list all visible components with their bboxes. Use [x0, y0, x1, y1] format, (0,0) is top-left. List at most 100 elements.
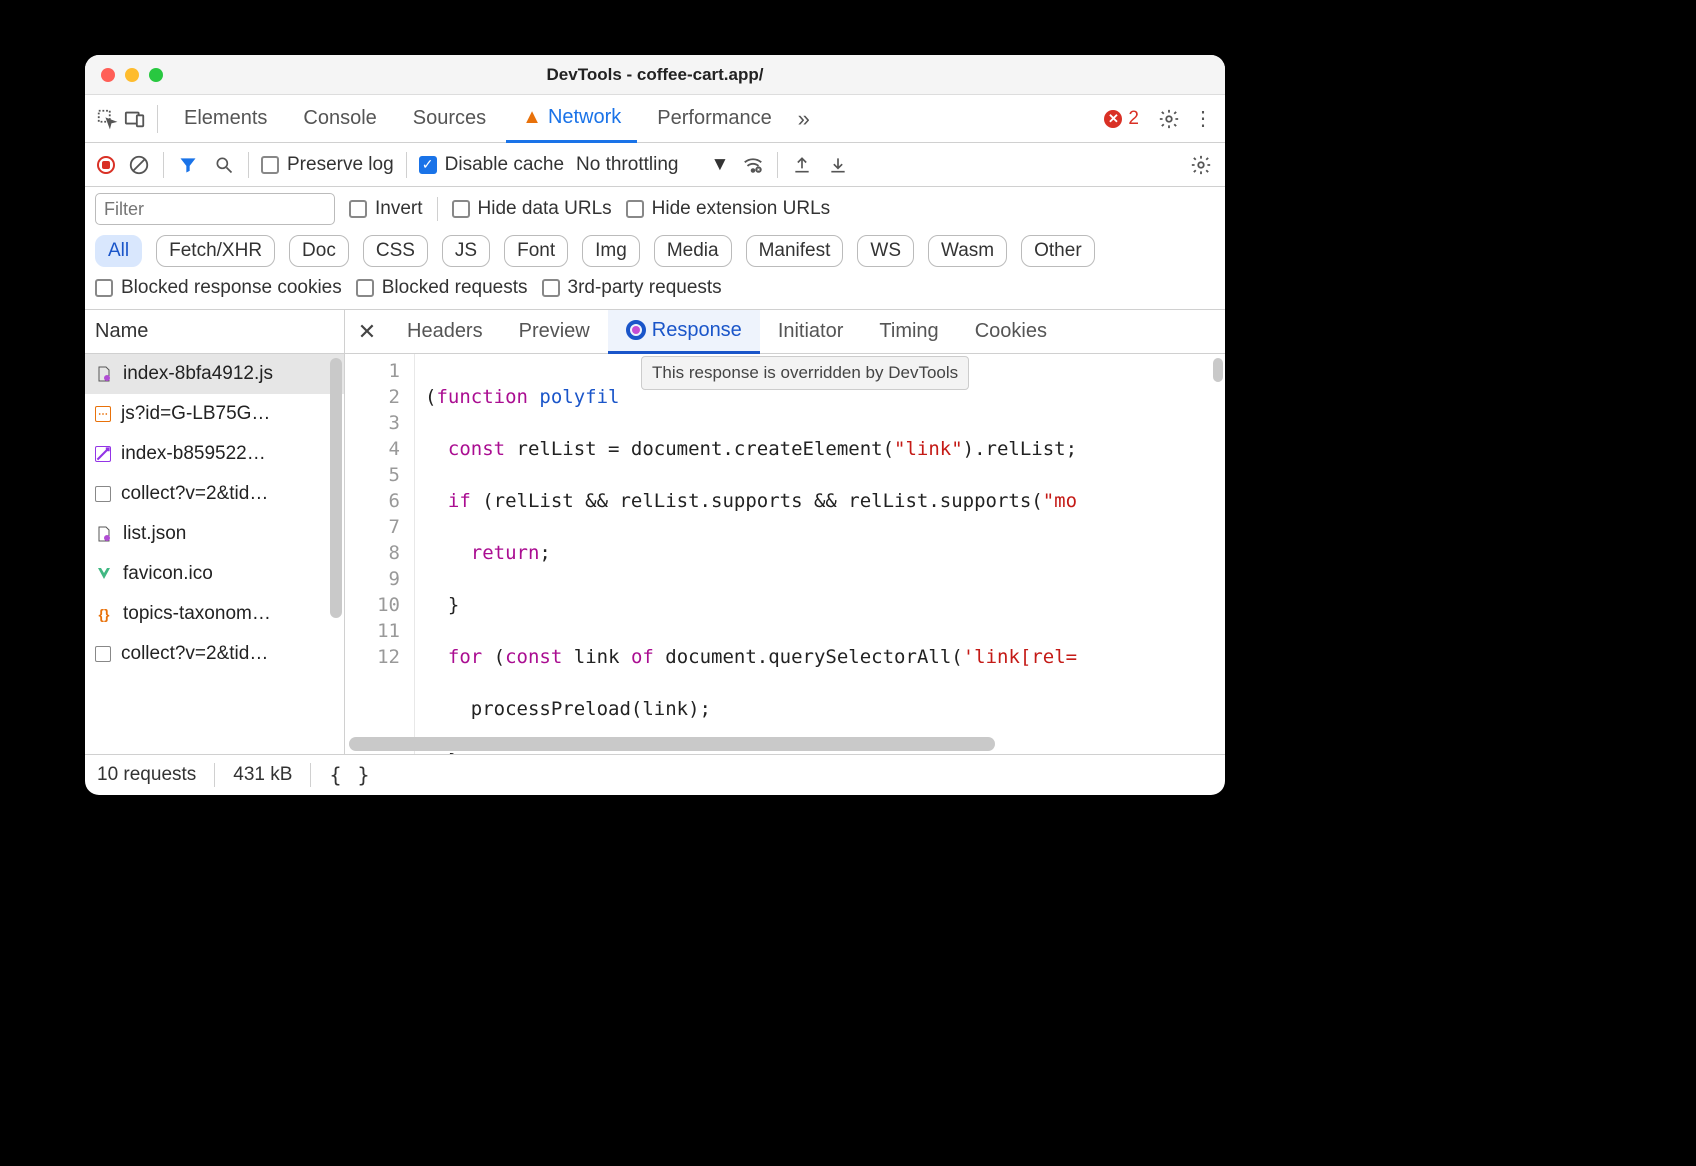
- more-tabs-icon[interactable]: »: [792, 107, 816, 131]
- invert-label: Invert: [375, 198, 423, 220]
- hide-data-urls-checkbox[interactable]: Hide data URLs: [452, 198, 612, 220]
- blocked-cookies-checkbox[interactable]: Blocked response cookies: [95, 277, 342, 299]
- invert-checkbox[interactable]: Invert: [349, 198, 423, 220]
- panel-tabbar: Elements Console Sources ▲ Network Perfo…: [85, 95, 1225, 143]
- filter-type-ws[interactable]: WS: [857, 235, 914, 267]
- filter-type-manifest[interactable]: Manifest: [746, 235, 844, 267]
- tab-performance[interactable]: Performance: [641, 95, 788, 143]
- warning-icon: ▲: [522, 106, 542, 129]
- preserve-log-checkbox[interactable]: Preserve log: [261, 154, 394, 176]
- js-script-icon: ⋯: [95, 406, 111, 422]
- detail-tab-preview[interactable]: Preview: [501, 310, 608, 354]
- window-title: DevTools - coffee-cart.app/: [85, 65, 1225, 85]
- filter-type-fetchxhr[interactable]: Fetch/XHR: [156, 235, 275, 267]
- request-name: collect?v=2&tid…: [121, 483, 268, 505]
- generic-file-icon: [95, 646, 111, 662]
- pretty-print-icon[interactable]: { }: [329, 763, 371, 787]
- request-row[interactable]: index-8bfa4912.js: [85, 354, 344, 394]
- third-party-label: 3rd-party requests: [568, 277, 722, 299]
- request-name: collect?v=2&tid…: [121, 643, 268, 665]
- json-braces-icon: {}: [95, 605, 113, 623]
- filter-type-doc[interactable]: Doc: [289, 235, 349, 267]
- filter-type-font[interactable]: Font: [504, 235, 568, 267]
- devtools-window: DevTools - coffee-cart.app/ Elements Con…: [85, 55, 1225, 795]
- request-list-header[interactable]: Name: [85, 310, 344, 354]
- line-gutter: 1 2 3 4 5 6 7 8 9 10 11 12: [345, 354, 415, 754]
- close-detail-icon[interactable]: ✕: [345, 319, 389, 345]
- error-icon: ✕: [1104, 110, 1122, 128]
- tab-console[interactable]: Console: [287, 95, 392, 143]
- detail-tab-timing[interactable]: Timing: [861, 310, 956, 354]
- kebab-menu-icon[interactable]: ⋮: [1191, 107, 1215, 131]
- tab-network[interactable]: ▲ Network: [506, 95, 637, 143]
- panel-settings-icon[interactable]: [1189, 153, 1213, 177]
- detail-tab-response[interactable]: Response: [608, 310, 760, 354]
- hide-extension-urls-checkbox[interactable]: Hide extension URLs: [626, 198, 830, 220]
- detail-tab-cookies[interactable]: Cookies: [957, 310, 1065, 354]
- request-row[interactable]: index-b859522…: [85, 434, 344, 474]
- override-indicator-icon: [626, 320, 646, 340]
- filter-type-all[interactable]: All: [95, 235, 142, 267]
- disable-cache-checkbox[interactable]: ✓Disable cache: [419, 154, 564, 176]
- throttling-select[interactable]: No throttling ▼: [576, 154, 729, 176]
- third-party-checkbox[interactable]: 3rd-party requests: [542, 277, 722, 299]
- filter-bar: Invert Hide data URLs Hide extension URL…: [85, 187, 1225, 310]
- vue-icon: [95, 565, 113, 583]
- filter-input[interactable]: [95, 193, 335, 225]
- request-row[interactable]: list.json: [85, 514, 344, 554]
- clear-icon[interactable]: [127, 153, 151, 177]
- blocked-req-label: Blocked requests: [382, 277, 528, 299]
- request-list-scrollbar[interactable]: [330, 358, 342, 618]
- device-toggle-icon[interactable]: [123, 107, 147, 131]
- traffic-lights: [85, 68, 163, 82]
- request-list: Name index-8bfa4912.js ⋯ js?id=G-LB75G… …: [85, 310, 345, 754]
- response-code-viewer[interactable]: 1 2 3 4 5 6 7 8 9 10 11 12 (function pol…: [345, 354, 1225, 754]
- request-count: 10 requests: [97, 764, 196, 786]
- filter-type-media[interactable]: Media: [654, 235, 732, 267]
- search-icon[interactable]: [212, 153, 236, 177]
- request-row[interactable]: collect?v=2&tid…: [85, 474, 344, 514]
- code-h-scrollbar[interactable]: [349, 737, 995, 751]
- maximize-window-button[interactable]: [149, 68, 163, 82]
- hide-ext-label: Hide extension URLs: [652, 198, 830, 220]
- hide-data-label: Hide data URLs: [478, 198, 612, 220]
- detail-pane: ✕ Headers Preview Response Initiator Tim…: [345, 310, 1225, 754]
- filter-type-img[interactable]: Img: [582, 235, 640, 267]
- record-button[interactable]: [97, 156, 115, 174]
- inspect-icon[interactable]: [95, 107, 119, 131]
- tab-elements[interactable]: Elements: [168, 95, 283, 143]
- generic-file-icon: [95, 486, 111, 502]
- detail-tab-headers[interactable]: Headers: [389, 310, 501, 354]
- detail-tabs: ✕ Headers Preview Response Initiator Tim…: [345, 310, 1225, 354]
- request-name: index-8bfa4912.js: [123, 363, 273, 385]
- minimize-window-button[interactable]: [125, 68, 139, 82]
- blocked-requests-checkbox[interactable]: Blocked requests: [356, 277, 528, 299]
- request-name: list.json: [123, 523, 186, 545]
- download-icon[interactable]: [826, 153, 850, 177]
- request-rows: index-8bfa4912.js ⋯ js?id=G-LB75G… index…: [85, 354, 344, 754]
- filter-type-js[interactable]: JS: [442, 235, 490, 267]
- detail-tab-initiator[interactable]: Initiator: [760, 310, 862, 354]
- filter-type-css[interactable]: CSS: [363, 235, 428, 267]
- request-row[interactable]: {} topics-taxonom…: [85, 594, 344, 634]
- network-conditions-icon[interactable]: [741, 153, 765, 177]
- content-area: Name index-8bfa4912.js ⋯ js?id=G-LB75G… …: [85, 310, 1225, 755]
- filter-type-wasm[interactable]: Wasm: [928, 235, 1007, 267]
- json-file-icon: [95, 525, 113, 543]
- tab-network-label: Network: [548, 106, 621, 129]
- override-tooltip: This response is overridden by DevTools: [641, 356, 969, 390]
- settings-icon[interactable]: [1157, 107, 1181, 131]
- request-name: topics-taxonom…: [123, 603, 271, 625]
- code-v-scrollbar[interactable]: [1213, 358, 1223, 382]
- request-row[interactable]: ⋯ js?id=G-LB75G…: [85, 394, 344, 434]
- tab-sources[interactable]: Sources: [397, 95, 502, 143]
- error-badge[interactable]: ✕ 2: [1104, 108, 1139, 130]
- filter-icon[interactable]: [176, 153, 200, 177]
- upload-icon[interactable]: [790, 153, 814, 177]
- preserve-log-label: Preserve log: [287, 154, 394, 176]
- close-window-button[interactable]: [101, 68, 115, 82]
- filter-type-other[interactable]: Other: [1021, 235, 1095, 267]
- request-row[interactable]: collect?v=2&tid…: [85, 634, 344, 674]
- chevron-down-icon: ▼: [710, 154, 729, 176]
- request-row[interactable]: favicon.ico: [85, 554, 344, 594]
